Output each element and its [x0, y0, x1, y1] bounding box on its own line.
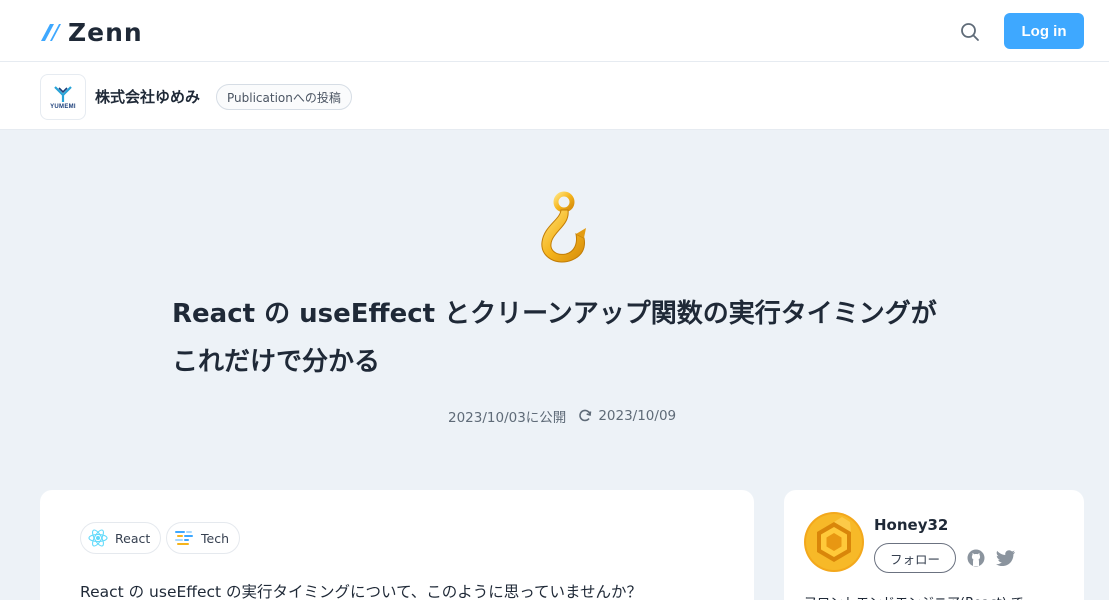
follow-button[interactable]: フォロー: [874, 543, 956, 573]
search-icon: [961, 23, 979, 41]
topic-tech[interactable]: Tech: [166, 522, 240, 554]
author-card: Honey32 フォロー フロントエンドエンジニア(React) で: [784, 490, 1084, 600]
react-icon: [87, 527, 109, 549]
github-icon[interactable]: [966, 548, 986, 568]
topic-react[interactable]: React: [80, 522, 162, 554]
twitter-icon[interactable]: [996, 548, 1016, 568]
article-intro: React の useEffect の実行タイミングについて、このように思ってい…: [80, 583, 643, 600]
article-title: React の useEffect とクリーンアップ関数の実行タイミングがこれだ…: [172, 299, 937, 377]
publication-badge: Publicationへの投稿: [216, 84, 352, 110]
article-body-card: React Tech React の useEffect の実行タイミングについ…: [40, 490, 754, 600]
zenn-logo-icon: [41, 24, 61, 41]
yumemi-logo-icon: [54, 85, 72, 102]
author-bio: フロントエンドエンジニア(React) で: [804, 592, 1064, 600]
published-date: 2023/10/03に公開: [448, 410, 567, 426]
site-header: Zenn Log in: [0, 0, 1109, 62]
update-icon: [579, 409, 592, 422]
topic-label: Tech: [201, 530, 229, 546]
publication-logo-text: YUMEMI: [50, 103, 76, 110]
zenn-logo[interactable]: Zenn: [40, 17, 143, 47]
publication-logo[interactable]: YUMEMI: [40, 74, 86, 120]
login-button[interactable]: Log in: [1004, 13, 1084, 49]
updated-date: 2023/10/09: [598, 408, 677, 424]
tech-icon: [173, 527, 195, 549]
publication-bar: YUMEMI 株式会社ゆめみ Publicationへの投稿: [0, 62, 1109, 130]
hook-emoji-icon: [541, 191, 586, 263]
topic-label: React: [115, 530, 151, 546]
author-name[interactable]: Honey32: [874, 516, 948, 534]
publication-name[interactable]: 株式会社ゆめみ: [95, 86, 200, 107]
search-button[interactable]: [958, 20, 982, 44]
author-avatar[interactable]: [804, 512, 864, 572]
article-dates: 2023/10/03に公開 2023/10/09: [448, 406, 676, 426]
logo-text: Zenn: [68, 17, 143, 47]
